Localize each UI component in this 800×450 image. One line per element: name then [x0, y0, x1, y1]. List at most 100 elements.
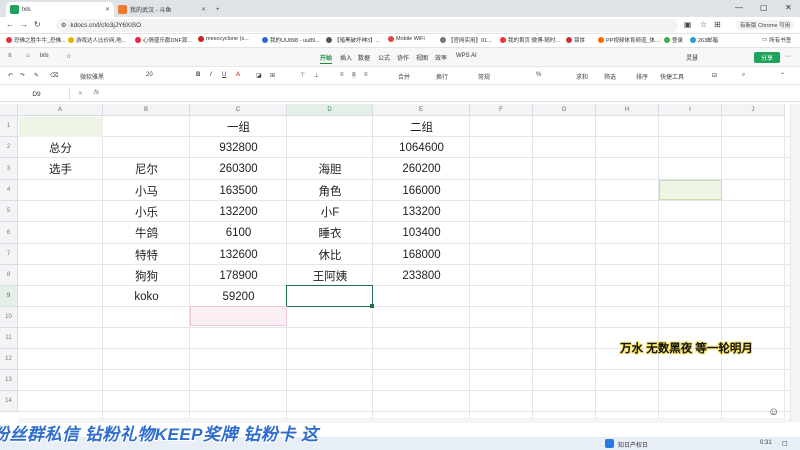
tab-view[interactable]: 视图 [416, 53, 428, 62]
bookmark-star-icon[interactable]: ☆ [700, 20, 707, 29]
all-bookmarks-folder[interactable]: ▭ 所有书签 [762, 36, 791, 44]
forward-icon[interactable]: → [20, 20, 28, 29]
clear-format-icon[interactable]: ⌫ [50, 72, 58, 79]
font-name-select[interactable]: 微软雅黑 [80, 72, 104, 81]
row-header-7[interactable]: 7 [0, 244, 18, 265]
number-format-select[interactable]: 常规 [478, 72, 490, 81]
bookmark-item[interactable]: 心情盛乐郡DNF源... [135, 36, 192, 44]
menu-icon[interactable]: ≡ [8, 53, 12, 59]
sum-button[interactable]: 求和 [576, 72, 588, 81]
tab-efficiency[interactable]: 效率 [435, 53, 447, 62]
column-header-j[interactable]: J [722, 104, 785, 116]
cell-e4[interactable]: 166000 [373, 180, 470, 201]
fill-handle[interactable] [370, 304, 374, 308]
font-color-button[interactable]: A [236, 72, 240, 78]
row-header-11[interactable]: 11 [0, 328, 18, 349]
font-size-select[interactable]: 20 [146, 72, 153, 78]
more-icon[interactable]: ⋯ [785, 53, 791, 60]
select-all-corner[interactable] [0, 104, 18, 116]
cell-c6[interactable]: 6100 [190, 222, 287, 244]
app-icon[interactable] [605, 439, 614, 448]
formula-input[interactable] [110, 89, 780, 100]
close-icon[interactable]: ✕ [201, 6, 206, 13]
reload-icon[interactable]: ↻ [34, 20, 41, 29]
cell-b5[interactable]: 小乐 [103, 201, 190, 222]
column-header-g[interactable]: G [533, 104, 596, 116]
cell-c8[interactable]: 178900 [190, 265, 287, 286]
row-header-10[interactable]: 10 [0, 307, 18, 328]
cell-b7[interactable]: 特特 [103, 244, 190, 265]
tab-collab[interactable]: 协作 [397, 53, 409, 62]
cell-c2[interactable]: 932800 [190, 137, 287, 158]
column-header-e[interactable]: E [373, 104, 470, 116]
name-box[interactable]: D9 [4, 89, 70, 100]
tab-lxls[interactable]: lxls ✕ [6, 2, 114, 17]
quick-tools-button[interactable]: 快捷工具 [660, 72, 684, 81]
freeze-icon[interactable]: ⊟ [712, 72, 717, 79]
cell-b6[interactable]: 牛鸽 [103, 222, 190, 244]
screenshot-icon[interactable]: ▣ [684, 20, 692, 29]
row-header-3[interactable]: 3 [0, 158, 18, 180]
cell-c3[interactable]: 260300 [190, 158, 287, 180]
fill-color-icon[interactable]: ◪ [256, 72, 262, 79]
cell-c1[interactable]: 一组 [190, 116, 287, 137]
bookmark-item[interactable]: 恐佛之胜牛牛_恐佛... [6, 36, 66, 44]
row-header-6[interactable]: 6 [0, 222, 18, 244]
star-icon[interactable]: ☆ [66, 53, 71, 60]
home-icon[interactable]: ⌂ [26, 53, 30, 59]
cancel-icon[interactable]: ✕ [78, 90, 83, 97]
share-button[interactable]: 分享 [754, 52, 780, 63]
bookmark-item[interactable]: 【官网实用】01... [440, 36, 492, 44]
cell-b4[interactable]: 小马 [103, 180, 190, 201]
sort-button[interactable]: 排序 [636, 72, 648, 81]
notification-icon[interactable]: ◻ [782, 439, 788, 447]
fx-icon[interactable]: fx [94, 89, 99, 96]
cell-d7[interactable]: 休比 [287, 244, 373, 265]
cell-e7[interactable]: 168000 [373, 244, 470, 265]
column-header-b[interactable]: B [103, 104, 190, 116]
clock-text[interactable]: 0:31 [760, 440, 772, 446]
cell-d3[interactable]: 海胆 [287, 158, 373, 180]
tab-data[interactable]: 数据 [358, 53, 370, 62]
undo-icon[interactable]: ↶ [8, 72, 13, 79]
cell-e8[interactable]: 233800 [373, 265, 470, 286]
align-left-icon[interactable]: ≡ [340, 72, 344, 78]
row-header-1[interactable]: 1 [0, 116, 18, 137]
filter-button[interactable]: 筛选 [604, 72, 616, 81]
file-name[interactable]: lxls [40, 53, 49, 59]
cell-a2[interactable]: 总分 [18, 137, 103, 158]
border-icon[interactable]: ⊞ [270, 72, 275, 79]
tab-insert[interactable]: 插入 [340, 53, 352, 62]
cell-e6[interactable]: 103400 [373, 222, 470, 244]
align-right-icon[interactable]: ≡ [364, 72, 368, 78]
close-icon[interactable]: ✕ [105, 6, 110, 13]
bookmark-item[interactable]: 263邮箱 [690, 36, 718, 44]
row-header-4[interactable]: 4 [0, 180, 18, 201]
redo-icon[interactable]: ↷ [20, 72, 25, 79]
percent-icon[interactable]: % [536, 72, 541, 78]
row-header-14[interactable]: 14 [0, 391, 18, 412]
row-header-13[interactable]: 13 [0, 370, 18, 391]
bookmark-item[interactable]: mesocyclone (s... [198, 36, 249, 42]
maximize-icon[interactable]: ▢ [760, 3, 768, 12]
bookmark-item[interactable]: 登录 [664, 36, 683, 44]
emoji-icon[interactable]: ☺ [768, 406, 779, 418]
tab-douyu[interactable]: 我的武汉 - 斗鱼 ✕ [114, 2, 210, 17]
weather-text[interactable]: 知日产权日 [618, 440, 648, 449]
underline-button[interactable]: U [222, 72, 226, 78]
merge-button[interactable]: 合并 [398, 72, 410, 81]
cell-b3[interactable]: 尼尔 [103, 158, 190, 180]
column-header-i[interactable]: I [659, 104, 722, 116]
column-header-f[interactable]: F [470, 104, 533, 116]
cell-e3[interactable]: 260200 [373, 158, 470, 180]
cell-d8[interactable]: 王阿姨 [287, 265, 373, 286]
align-center-icon[interactable]: ≡ [352, 72, 356, 78]
cell-d5[interactable]: 小F [287, 201, 373, 222]
cell-e1[interactable]: 二组 [373, 116, 470, 137]
tab-start[interactable]: 开始 [320, 53, 333, 64]
cell-e2[interactable]: 1064600 [373, 137, 470, 158]
bookmark-item[interactable]: Mobile WiFi [388, 36, 425, 42]
minimize-icon[interactable]: — [735, 3, 743, 12]
cell-c4[interactable]: 163500 [190, 180, 287, 201]
column-header-h[interactable]: H [596, 104, 659, 116]
